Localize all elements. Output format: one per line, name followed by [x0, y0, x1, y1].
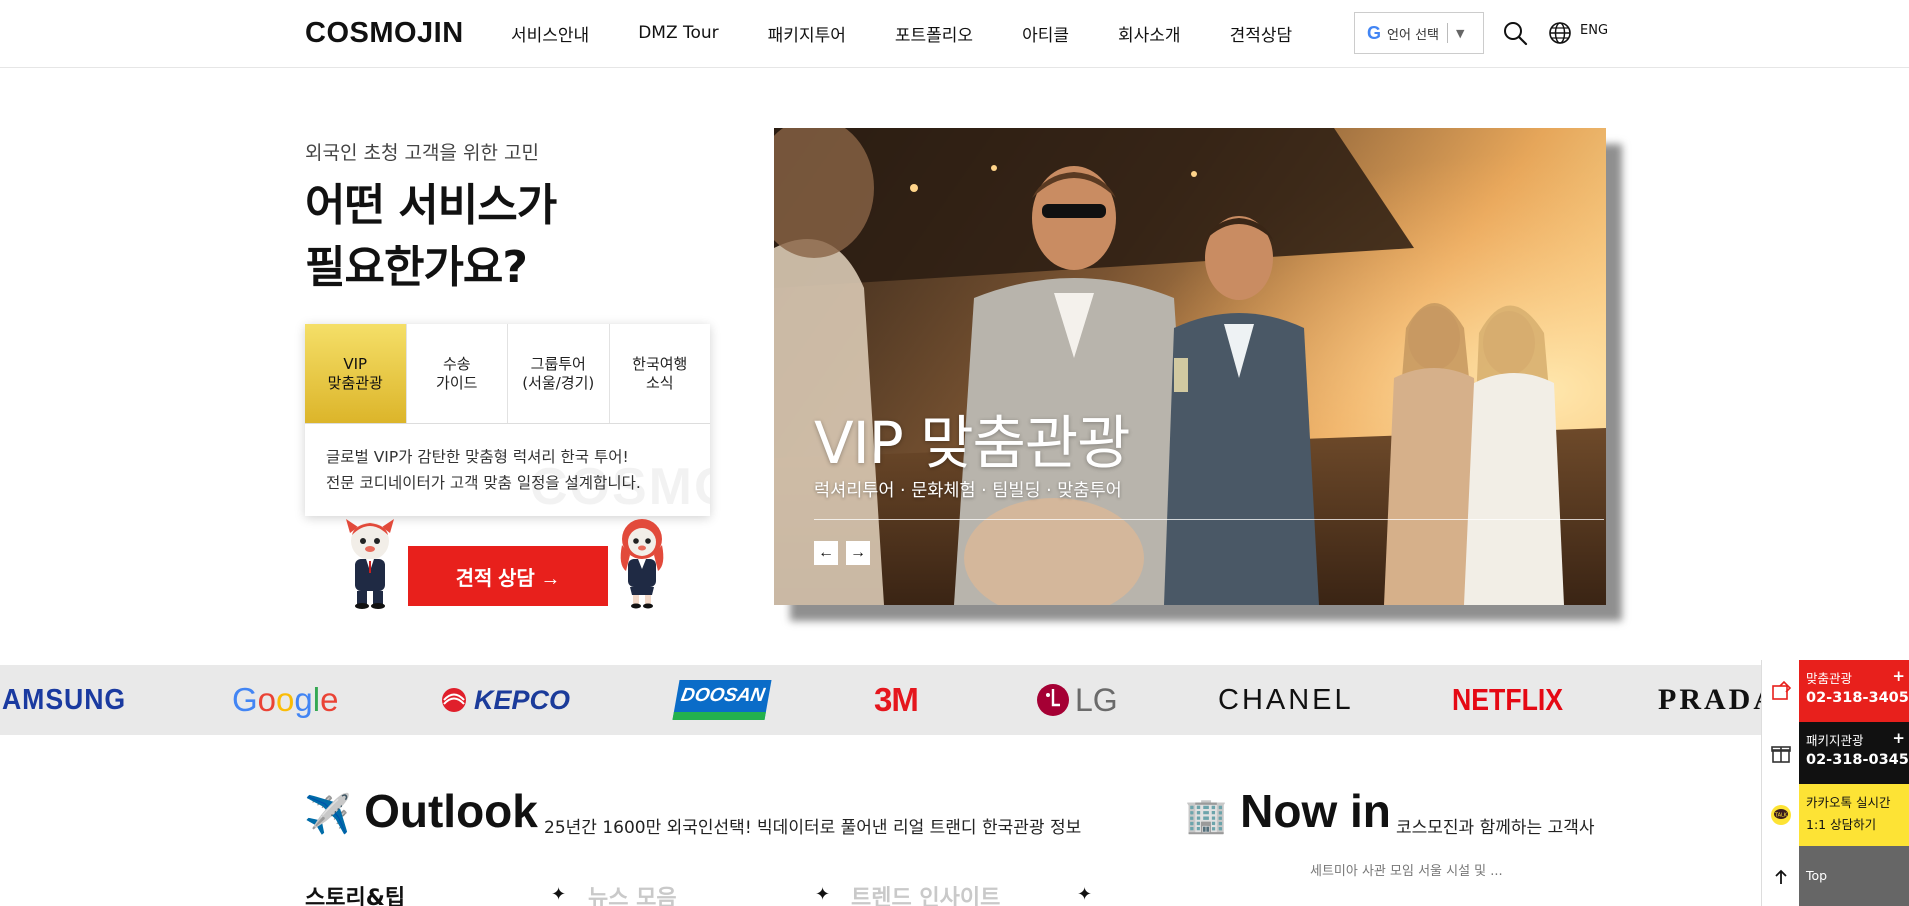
quick-top-label: Top — [1806, 868, 1828, 883]
lg-face-icon — [1037, 684, 1069, 716]
outlook-tab-trend-insight[interactable]: 트렌드 인사이트 — [851, 880, 1000, 906]
chevron-down-icon: ▼ — [1456, 26, 1465, 40]
quick-custom-tour[interactable]: 맞춤관광 02-318-3405 + — [1761, 660, 1909, 722]
hero-title-line2: 필요한가요? — [305, 242, 528, 293]
nowin-title-text: Now in — [1240, 785, 1391, 837]
vip-party-photo — [774, 128, 1606, 605]
search-icon[interactable] — [1502, 20, 1528, 46]
nowin-description: 코스모진과 함께하는 고객사 — [1396, 818, 1595, 838]
nav-item-dmz-tour[interactable]: DMZ Tour — [638, 23, 718, 43]
sparkle-icon: ✦ — [815, 884, 831, 905]
lang-toggle-eng[interactable]: ENG — [1580, 23, 1608, 38]
language-select[interactable]: G 언어 선택 ▼ — [1354, 12, 1484, 54]
main-nav: 서비스안내 DMZ Tour 패키지투어 포트폴리오 아티클 회사소개 견적상담 — [511, 0, 1341, 66]
hero-title: 어떤 서비스가 필요한가요? — [305, 175, 557, 299]
quick-kakaotalk[interactable]: TALK 카카오톡 실시간 1:1 상담하기 — [1761, 784, 1909, 846]
hero-eyebrow: 외국인 초청 고객을 위한 고민 — [305, 142, 539, 164]
tab-korea-news[interactable]: 한국여행 소식 — [610, 324, 711, 423]
client-logo-chanel: CHANEL — [1218, 683, 1354, 716]
slide-subtitle: 럭셔리투어 · 문화체험 · 팀빌딩 · 맞춤투어 — [814, 481, 1122, 501]
kakaotalk-icon: TALK — [1761, 784, 1799, 846]
quick-phone: 02-318-3405 — [1806, 690, 1909, 706]
google-letter: G — [232, 681, 258, 718]
tab-transport-guide[interactable]: 수송 가이드 — [407, 324, 508, 423]
client-logo-doosan: DOOSAN — [672, 665, 772, 735]
google-icon: G — [1367, 22, 1382, 43]
quick-kakaotalk-body: 카카오톡 실시간 1:1 상담하기 — [1799, 784, 1909, 846]
mascot-left-icon — [346, 519, 394, 609]
slide-next-button[interactable]: → — [846, 541, 870, 565]
quick-package-tour-body: 패키지관광 02-318-0345 + — [1799, 722, 1909, 784]
google-letter: l — [312, 681, 321, 718]
site-header: COSMOJIN 서비스안내 DMZ Tour 패키지투어 포트폴리오 아티클 … — [0, 0, 1909, 68]
service-description: COSMO 글로벌 VIP가 감탄한 맞춤형 럭셔리 한국 투어! 전문 코디네… — [305, 424, 710, 513]
nowin-title: 🏢 Now in — [1185, 784, 1391, 838]
google-letter: e — [320, 681, 339, 718]
kepco-mark-icon — [442, 688, 466, 712]
mascot-right-icon — [620, 519, 664, 609]
plus-icon: + — [1892, 667, 1905, 685]
quick-top-button[interactable]: Top — [1761, 846, 1909, 906]
client-logo-strip: AMSUNG Google KEPCO DOOSAN 3M LG CHANEL … — [0, 665, 1909, 735]
arrow-up-icon — [1761, 846, 1799, 906]
outlook-title: ✈️ Outlook — [304, 784, 538, 838]
nav-item-services[interactable]: 서비스안내 — [511, 21, 589, 46]
outlook-tab-story-tips[interactable]: 스토리&팁 — [305, 880, 405, 906]
slide-prev-button[interactable]: ← — [814, 541, 838, 565]
airplane-icon: ✈️ — [304, 794, 352, 836]
outlook-tab-news[interactable]: 뉴스 모음 — [588, 880, 677, 906]
doosan-wordmark: DOOSAN — [679, 685, 767, 706]
divider — [1447, 23, 1448, 43]
plus-icon: + — [1892, 729, 1905, 747]
slide-title: VIP 맞춤관광 — [814, 409, 1131, 477]
sparkle-icon: ✦ — [1077, 884, 1093, 905]
quick-subtext: 1:1 상담하기 — [1806, 817, 1877, 832]
sparkle-icon: ✦ — [551, 884, 567, 905]
card-watermark: COSMO — [530, 458, 710, 516]
svg-text:TALK: TALK — [1773, 813, 1787, 819]
client-logo-samsung: AMSUNG — [2, 683, 127, 716]
quick-top-body: Top — [1799, 846, 1909, 906]
hero-slide: VIP 맞춤관광 럭셔리투어 · 문화체험 · 팀빌딩 · 맞춤투어 ← → — [774, 128, 1606, 605]
doosan-mark: DOOSAN — [672, 680, 772, 720]
site-logo[interactable]: COSMOJIN — [305, 17, 464, 50]
outlook-title-text: Outlook — [364, 785, 538, 837]
outlook-description: 25년간 1600만 외국인선택! 빅데이터로 풀어낸 리얼 트랜디 한국관광 … — [544, 818, 1082, 838]
google-letter: g — [294, 681, 313, 718]
quick-custom-tour-body: 맞춤관광 02-318-3405 + — [1799, 660, 1909, 722]
package-gift-icon — [1761, 722, 1799, 784]
office-building-icon: 🏢 — [1185, 797, 1228, 835]
quote-consult-button[interactable]: 견적 상담 → — [408, 546, 608, 606]
client-logo-lg: LG — [1036, 665, 1118, 735]
lg-wordmark: LG — [1075, 681, 1118, 718]
language-select-label: 언어 선택 — [1387, 27, 1439, 43]
quick-phone: 02-318-0345 — [1806, 752, 1909, 768]
client-logo-google: Google — [232, 665, 338, 735]
quick-label: 카카오톡 실시간 — [1806, 795, 1891, 810]
service-card: VIP 맞춤관광 수송 가이드 그룹투어 (서울/경기) 한국여행 소식 COS… — [305, 324, 710, 516]
tab-group-tour[interactable]: 그룹투어 (서울/경기) — [508, 324, 610, 423]
nav-item-portfolio[interactable]: 포트폴리오 — [895, 21, 973, 46]
nav-item-quote[interactable]: 견적상담 — [1230, 21, 1293, 46]
hero-title-line1: 어떤 서비스가 — [305, 180, 557, 231]
quick-package-tour[interactable]: 패키지관광 02-318-0345 + — [1761, 722, 1909, 784]
tab-vip-tour[interactable]: VIP 맞춤관광 — [305, 324, 407, 423]
slide-divider — [814, 519, 1604, 520]
nav-item-package-tour[interactable]: 패키지투어 — [768, 21, 846, 46]
google-letter: o — [276, 681, 295, 718]
client-logo-netflix: NETFLIX — [1452, 682, 1564, 717]
globe-icon[interactable] — [1548, 21, 1572, 45]
customized-tour-icon — [1761, 660, 1799, 722]
client-logo-kepco: KEPCO — [436, 665, 570, 735]
service-tabs: VIP 맞춤관광 수송 가이드 그룹투어 (서울/경기) 한국여행 소식 — [305, 324, 710, 424]
client-logo-3m: 3M — [874, 681, 919, 718]
google-letter: o — [257, 681, 277, 718]
nav-item-article[interactable]: 아티클 — [1022, 21, 1069, 46]
nav-item-about[interactable]: 회사소개 — [1118, 21, 1181, 46]
kepco-wordmark: KEPCO — [474, 684, 571, 715]
nowin-preview[interactable]: 세트미아 사관 모임 서울 시설 및 ... — [1310, 860, 1503, 879]
client-logo-prada: PRADA — [1658, 683, 1778, 716]
